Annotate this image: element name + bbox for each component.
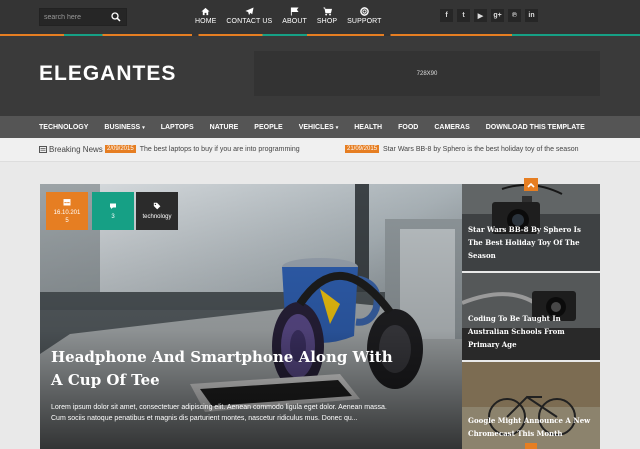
main-nav-vehicles[interactable]: VEHICLES ▾ xyxy=(299,124,339,131)
main-nav-nature[interactable]: NATURE xyxy=(210,124,239,131)
cart-icon xyxy=(322,7,332,16)
top-nav-label: ABOUT xyxy=(282,18,307,25)
top-nav-shop[interactable]: SHOP xyxy=(317,0,337,34)
breaking-news-label: Breaking News xyxy=(39,145,103,154)
search-input[interactable] xyxy=(44,11,110,24)
post-date: 16.10.2015 xyxy=(53,209,81,224)
site-header: ELEGANTES 728X90 xyxy=(0,36,640,116)
home-icon xyxy=(201,7,210,16)
main-nav-business[interactable]: BUSINESS ▾ xyxy=(104,124,144,131)
top-nav-label: HOME xyxy=(195,18,217,25)
ad-banner[interactable]: 728X90 xyxy=(254,51,600,96)
top-bar: HOME CONTACT US ABOUT SHOP SUPPORT f t ▶… xyxy=(0,0,640,34)
tag-icon xyxy=(153,202,161,209)
tag-badge[interactable]: technology xyxy=(136,192,178,230)
side-post-title: Google Might Announce A New Chromecast T… xyxy=(468,416,591,438)
main-nav-people[interactable]: PEOPLE xyxy=(254,124,282,131)
breaking-news-text: The best laptops to buy if you are into … xyxy=(139,145,300,153)
breaking-news-item[interactable]: 2/09/2015 The best laptops to buy if you… xyxy=(105,145,300,153)
breaking-news-date: 2/09/2015 xyxy=(105,145,136,153)
breaking-news-bar: Breaking News 2/09/2015 The best laptops… xyxy=(0,138,640,162)
breaking-news-item[interactable]: 21/09/2015 Star Wars BB-8 by Sphero is t… xyxy=(345,145,578,153)
pinterest-icon[interactable]: ℗ xyxy=(508,9,521,22)
top-nav-label: SHOP xyxy=(316,18,338,25)
chevron-down-icon: ▾ xyxy=(335,124,339,131)
side-post-title: Star Wars BB-8 By Sphero Is The Best Hol… xyxy=(468,225,581,260)
breaking-news-text: Star Wars BB-8 by Sphero is the best hol… xyxy=(383,145,579,153)
main-nav-technology[interactable]: TECHNOLOGY xyxy=(39,124,88,131)
linkedin-icon[interactable]: in xyxy=(525,9,538,22)
facebook-icon[interactable]: f xyxy=(440,9,453,22)
side-post[interactable]: Star Wars BB-8 By Sphero Is The Best Hol… xyxy=(462,184,600,271)
top-nav-label: SUPPORT xyxy=(347,18,382,25)
main-nav-cameras[interactable]: CAMERAS xyxy=(434,124,469,131)
site-logo[interactable]: ELEGANTES xyxy=(39,62,176,86)
flag-icon xyxy=(290,7,299,16)
main-nav-laptops[interactable]: LAPTOPS xyxy=(161,124,194,131)
top-nav-home[interactable]: HOME xyxy=(195,0,216,34)
top-nav: HOME CONTACT US ABOUT SHOP SUPPORT xyxy=(190,0,387,34)
top-nav-support[interactable]: SUPPORT xyxy=(347,0,381,34)
google-plus-icon[interactable]: g+ xyxy=(491,9,504,22)
side-post-title: Coding To Be Taught In Australian School… xyxy=(468,314,565,349)
post-tag: technology xyxy=(142,213,172,220)
top-nav-contact[interactable]: CONTACT US xyxy=(226,0,272,34)
youtube-icon[interactable]: ▶ xyxy=(474,9,487,22)
top-nav-label: CONTACT US xyxy=(226,18,273,25)
side-post-list: Star Wars BB-8 By Sphero Is The Best Hol… xyxy=(462,184,600,449)
chevron-up-icon xyxy=(527,182,535,188)
side-post[interactable]: Coding To Be Taught In Australian School… xyxy=(462,273,600,360)
chevron-down-icon: ▾ xyxy=(142,124,145,131)
search-box xyxy=(39,8,127,26)
breaking-news-date: 21/09/2015 xyxy=(345,145,380,153)
main-nav: TECHNOLOGY BUSINESS ▾ LAPTOPS NATURE PEOP… xyxy=(0,116,640,138)
lifebuoy-icon xyxy=(360,7,369,16)
scroll-top-button[interactable] xyxy=(524,178,538,191)
social-links: f t ▶ g+ ℗ in xyxy=(440,9,542,22)
post-date-badge: 16.10.2015 xyxy=(46,192,88,230)
paper-plane-icon xyxy=(245,7,254,16)
main-nav-download-template[interactable]: DOWNLOAD THIS TEMPLATE xyxy=(486,124,585,131)
calendar-icon xyxy=(63,198,71,205)
top-nav-about[interactable]: ABOUT xyxy=(282,0,307,34)
comment-count-badge[interactable]: 3 xyxy=(92,192,134,230)
featured-post[interactable]: 16.10.2015 3 technology Headphone And Sm… xyxy=(40,184,462,449)
comments-icon xyxy=(110,203,116,209)
comment-count: 3 xyxy=(111,213,115,220)
side-post[interactable]: Google Might Announce A New Chromecast T… xyxy=(462,362,600,449)
featured-title[interactable]: Headphone And Smartphone Along With A Cu… xyxy=(51,346,401,392)
featured-excerpt: Lorem ipsum dolor sit amet, consectetuer… xyxy=(51,404,387,422)
main-nav-food[interactable]: FOOD xyxy=(398,124,418,131)
search-icon[interactable] xyxy=(111,12,121,22)
twitter-icon[interactable]: t xyxy=(457,9,470,22)
main-nav-health[interactable]: HEALTH xyxy=(354,124,382,131)
scroll-indicator xyxy=(525,443,537,449)
newspaper-icon xyxy=(39,146,47,153)
